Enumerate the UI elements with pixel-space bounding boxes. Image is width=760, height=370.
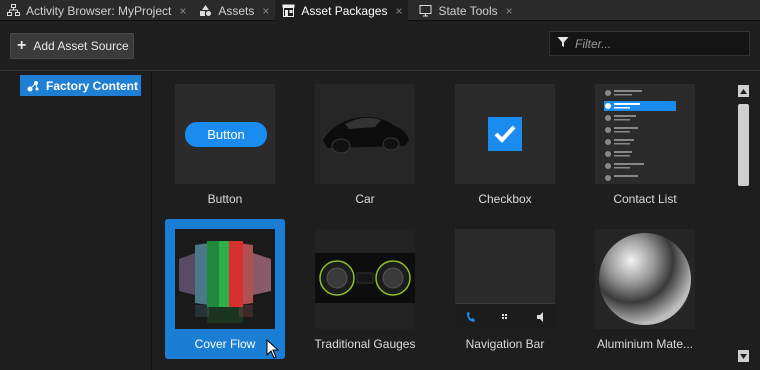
package-label: Navigation Bar	[465, 337, 545, 351]
filter-input[interactable]	[575, 36, 745, 51]
tab-asset-packages[interactable]: Asset Packages ×	[275, 0, 409, 21]
aluminium-sphere	[599, 233, 691, 325]
mouse-cursor-icon	[266, 339, 280, 359]
phone-icon	[467, 312, 475, 322]
package-label: Contact List	[613, 192, 677, 206]
toolbar: + Add Asset Source	[0, 21, 760, 71]
tab-label: Assets	[218, 3, 255, 18]
checkbox-preview	[488, 117, 522, 151]
scroll-up-arrow-icon[interactable]	[738, 85, 749, 97]
factory-icon	[26, 79, 40, 93]
package-grid: Button Button Car Checkbox Contact List …	[153, 72, 735, 370]
tree-item-label: Factory Content	[46, 78, 139, 93]
vertical-scrollbar[interactable]	[736, 80, 751, 370]
package-navigation-bar[interactable]: Navigation Bar	[445, 219, 565, 359]
tab-label: Activity Browser: MyProject	[26, 3, 172, 18]
close-icon[interactable]: ×	[179, 4, 186, 18]
check-icon	[494, 125, 516, 143]
package-label: Checkbox	[478, 192, 532, 206]
package-traditional-gauges[interactable]: Traditional Gauges	[305, 219, 425, 359]
package-label: Traditional Gauges	[314, 337, 416, 351]
package-cover-flow[interactable]: Cover Flow	[165, 219, 285, 359]
button-preview: Button	[185, 122, 267, 147]
package-label: Aluminium Mate...	[596, 337, 694, 351]
package-thumbnail	[455, 84, 555, 184]
tab-label: State Tools	[438, 3, 498, 18]
package-thumbnail: Button	[175, 84, 275, 184]
package-thumbnail	[175, 229, 275, 329]
tab-label: Asset Packages	[301, 3, 388, 18]
package-car[interactable]: Car	[305, 74, 425, 214]
package-thumbnail	[315, 229, 415, 329]
close-icon[interactable]: ×	[506, 4, 513, 18]
nav-bar-preview	[455, 303, 555, 329]
package-thumbnail	[455, 229, 555, 329]
tab-state-tools[interactable]: State Tools ×	[412, 0, 518, 21]
filter-field[interactable]	[549, 31, 750, 56]
close-icon[interactable]: ×	[395, 4, 402, 18]
cover-flow-preview	[175, 229, 275, 329]
monitor-icon	[418, 4, 432, 18]
package-thumbnail	[315, 84, 415, 184]
grid-icon	[502, 314, 507, 319]
filter-icon	[557, 36, 569, 51]
package-thumbnail	[595, 229, 695, 329]
tree-item-factory-content[interactable]: Factory Content	[20, 75, 141, 96]
tab-activity-browser[interactable]: Activity Browser: MyProject ×	[0, 0, 192, 21]
add-asset-source-button[interactable]: + Add Asset Source	[10, 33, 134, 59]
package-button[interactable]: Button Button	[165, 74, 285, 214]
tab-assets[interactable]: Assets ×	[192, 0, 275, 21]
store-icon	[281, 4, 295, 18]
package-aluminium-material[interactable]: Aluminium Mate...	[585, 219, 705, 359]
scroll-down-arrow-icon[interactable]	[738, 350, 749, 362]
add-asset-source-label: Add Asset Source	[33, 39, 129, 53]
assets-icon	[198, 4, 212, 18]
gauges-preview	[315, 253, 415, 303]
scrollbar-thumb[interactable]	[738, 104, 749, 186]
volume-icon	[537, 312, 543, 322]
package-label: Button	[207, 192, 243, 206]
hierarchy-icon	[6, 4, 20, 18]
tab-bar: Activity Browser: MyProject × Assets × A…	[0, 0, 760, 21]
contact-list-preview	[604, 90, 676, 181]
close-icon[interactable]: ×	[262, 4, 269, 18]
package-contact-list[interactable]: Contact List	[585, 74, 705, 214]
car-image	[323, 116, 409, 154]
package-thumbnail	[595, 84, 695, 184]
package-label: Car	[355, 192, 375, 206]
button-preview-label: Button	[207, 127, 245, 142]
package-checkbox[interactable]: Checkbox	[445, 74, 565, 214]
plus-icon: +	[17, 37, 27, 54]
asset-source-tree: Factory Content	[0, 72, 152, 370]
